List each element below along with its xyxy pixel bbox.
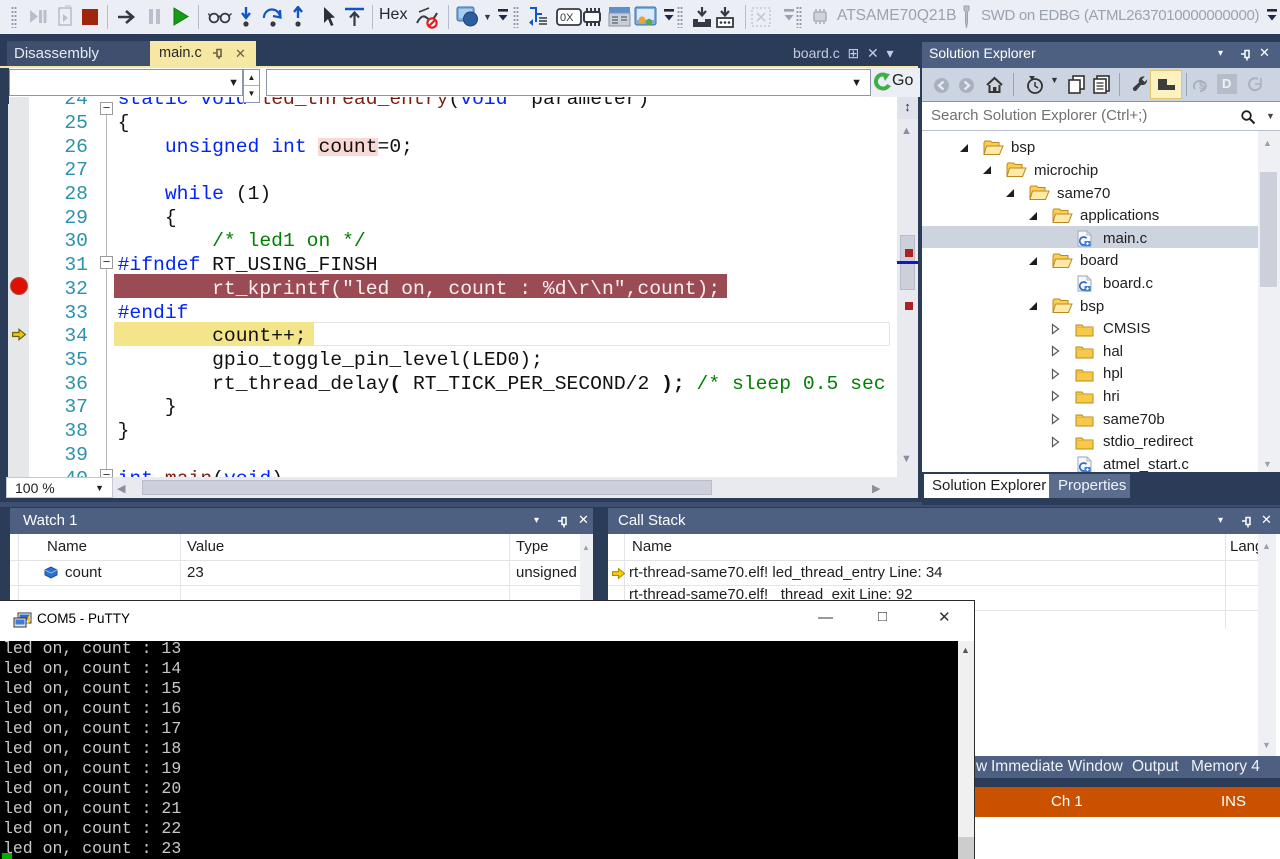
svg-text:$: $ xyxy=(1199,81,1205,92)
svg-text:0X: 0X xyxy=(560,12,574,24)
